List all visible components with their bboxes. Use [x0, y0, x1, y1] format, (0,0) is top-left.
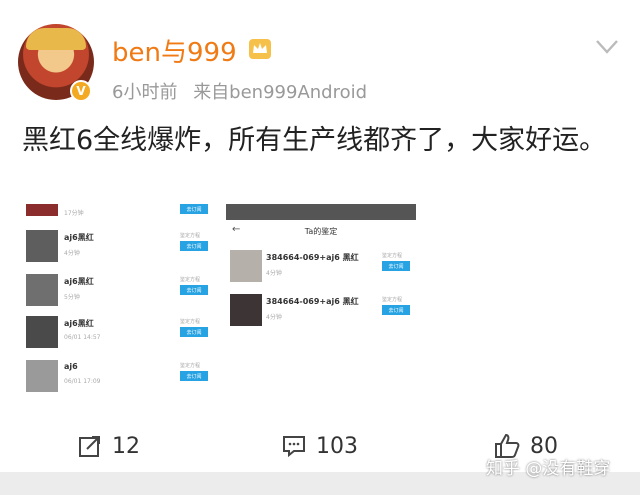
item-note: 鉴定方程	[180, 233, 201, 239]
item-thumbnail	[230, 294, 262, 326]
list-item: aj6黑红 5分钟 鉴定方程 去订阅	[18, 272, 218, 312]
share-icon	[79, 436, 100, 457]
item-thumbnail	[26, 360, 58, 392]
item-label: 384664-069+aj6 黑红	[266, 297, 359, 306]
username[interactable]: ben与999	[112, 32, 237, 69]
item-note: 鉴定方程	[382, 297, 403, 303]
item-time: 4分钟	[64, 250, 80, 257]
item-note: 鉴定方程	[180, 319, 201, 325]
crown-icon	[249, 39, 271, 59]
share-button[interactable]: 12	[78, 432, 140, 460]
subscribe-button: 去订阅	[180, 241, 208, 251]
item-time: 06/01 17:09	[64, 378, 101, 385]
item-time: 17分钟	[64, 210, 84, 217]
share-count: 12	[112, 433, 140, 459]
comment-count: 103	[316, 433, 358, 459]
item-label: aj6黑红	[64, 277, 94, 286]
item-label: aj6	[64, 362, 78, 371]
comment-button[interactable]: 103	[282, 432, 358, 460]
list-item: 384664-069+aj6 黑红 4分钟 鉴定方程 去订阅	[226, 248, 416, 288]
item-label: 384664-069+aj6 黑红	[266, 253, 359, 262]
item-note: 鉴定方程	[180, 363, 201, 369]
item-thumbnail	[26, 230, 58, 262]
list-item: 384664-069+aj6 黑红 4分钟 鉴定方程 去订阅	[226, 292, 416, 332]
weibo-post-card: V ben与999 6小时前 来自ben999Android 黑红6全线爆炸，所…	[0, 0, 640, 420]
item-note: 鉴定方程	[180, 277, 201, 283]
post-source: 来自ben999Android	[193, 82, 368, 103]
embedded-screenshot-left[interactable]: 17分钟 去订阅 aj6黑红 4分钟 鉴定方程 去订阅 aj6黑红 5分钟 鉴定…	[18, 204, 218, 400]
item-time: 5分钟	[64, 294, 80, 301]
post-text: 黑红6全线爆炸，所有生产线都齐了，大家好运。	[22, 125, 607, 156]
item-time: 4分钟	[266, 314, 282, 321]
subscribe-button: 去订阅	[180, 285, 208, 295]
subscribe-button: 去订阅	[180, 371, 208, 381]
subscribe-button: 去订阅	[382, 305, 410, 315]
post-time: 6小时前	[112, 82, 178, 103]
item-thumbnail	[26, 316, 58, 348]
item-thumbnail	[26, 204, 58, 216]
item-thumbnail	[26, 274, 58, 306]
item-note: 鉴定方程	[382, 253, 403, 259]
chevron-down-icon[interactable]	[596, 40, 618, 54]
list-item: aj6黑红 06/01 14:57 鉴定方程 去订阅	[18, 314, 218, 354]
verified-badge-icon: V	[70, 80, 92, 102]
watermark: 知乎 @没有鞋穿	[486, 459, 611, 479]
screenshot-title: Ta的鉴定	[304, 227, 338, 236]
embedded-screenshot-right[interactable]: ← Ta的鉴定 384664-069+aj6 黑红 4分钟 鉴定方程 去订阅 3…	[226, 204, 416, 334]
subscribe-button: 去订阅	[180, 204, 208, 214]
item-label: aj6黑红	[64, 233, 94, 242]
subscribe-button: 去订阅	[180, 327, 208, 337]
list-item: aj6 06/01 17:09 鉴定方程 去订阅	[18, 358, 218, 398]
post-meta: 6小时前 来自ben999Android	[112, 78, 367, 104]
list-item: aj6黑红 4分钟 鉴定方程 去订阅	[18, 228, 218, 268]
item-label: aj6黑红	[64, 319, 94, 328]
item-thumbnail	[230, 250, 262, 282]
comment-icon	[283, 436, 305, 458]
subscribe-button: 去订阅	[382, 261, 410, 271]
item-time: 4分钟	[266, 270, 282, 277]
item-time: 06/01 14:57	[64, 334, 101, 341]
